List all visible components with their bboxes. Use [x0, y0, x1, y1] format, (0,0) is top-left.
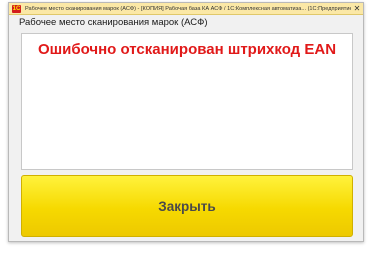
- message-panel: Ошибочно отсканирован штрихкод EAN: [21, 33, 353, 170]
- window-title: Рабочее место сканирования марок (АСФ) -…: [25, 5, 351, 12]
- close-button[interactable]: Закрыть: [21, 175, 353, 237]
- 1c-app-icon: 1С: [12, 4, 21, 13]
- title-bar[interactable]: 1С Рабочее место сканирования марок (АСФ…: [9, 3, 363, 15]
- error-message: Ошибочно отсканирован штрихкод EAN: [37, 41, 337, 58]
- close-icon[interactable]: ✕: [351, 3, 363, 14]
- form-header: Рабочее место сканирования марок (АСФ): [19, 17, 208, 28]
- dialog-window: 1С Рабочее место сканирования марок (АСФ…: [8, 2, 364, 242]
- close-button-label: Закрыть: [158, 198, 216, 214]
